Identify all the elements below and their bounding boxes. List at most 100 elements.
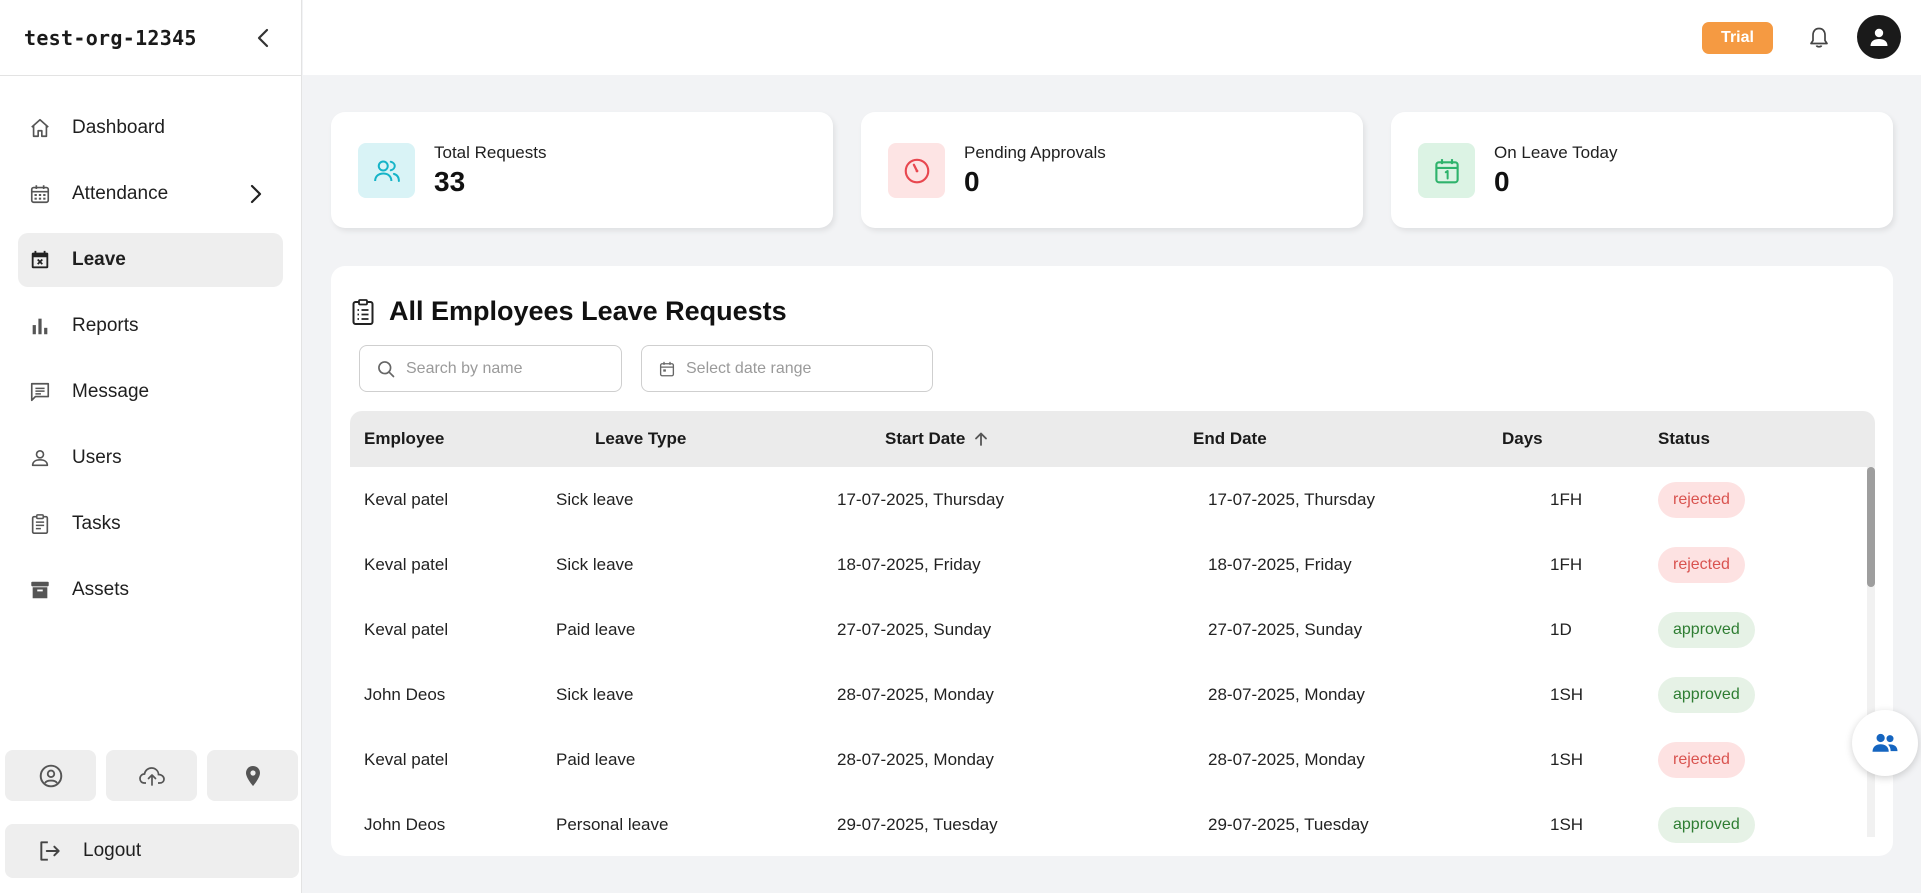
- column-header-employee[interactable]: Employee: [364, 411, 444, 467]
- cell-days: 1SH: [1550, 684, 1584, 704]
- sidebar-item-leave[interactable]: Leave: [18, 233, 283, 287]
- chevron-left-icon: [257, 28, 269, 47]
- stat-label: Pending Approvals: [964, 143, 1106, 162]
- clipboard-list-icon: [351, 298, 377, 326]
- upload-button[interactable]: [106, 750, 197, 801]
- page-title-text: All Employees Leave Requests: [389, 296, 787, 326]
- table-row[interactable]: Keval patel Sick leave 17-07-2025, Thursda…: [350, 467, 1850, 532]
- cell-employee: Keval patel: [364, 489, 449, 509]
- calendar-grid-icon: [28, 182, 52, 206]
- sidebar-item-assets[interactable]: Assets: [18, 563, 283, 617]
- table-header: Employee Leave Type Start Date End Date …: [350, 411, 1875, 467]
- logout-label: Logout: [83, 840, 142, 861]
- sidebar-item-users[interactable]: Users: [18, 431, 283, 485]
- calendar-day-icon: [1418, 143, 1475, 198]
- column-header-start-date[interactable]: Start Date: [885, 411, 989, 467]
- cell-start: 28-07-2025, Monday: [837, 749, 994, 769]
- table-row[interactable]: Keval patel Sick leave 18-07-2025, Friday 1…: [350, 532, 1850, 597]
- calendar-icon: [659, 361, 675, 376]
- cell-type: Personal leave: [556, 814, 669, 834]
- cell-type: Sick leave: [556, 489, 634, 509]
- date-range-field[interactable]: [641, 345, 933, 392]
- column-header-end-date[interactable]: End Date: [1193, 411, 1267, 467]
- chevron-right-icon: [245, 183, 267, 205]
- collapse-sidebar-button[interactable]: [249, 24, 277, 52]
- cell-days: 1SH: [1550, 814, 1584, 834]
- location-button[interactable]: [207, 750, 298, 801]
- top-bar: Trial: [303, 0, 1921, 75]
- calendar-x-icon: [28, 248, 52, 272]
- sidebar-item-message[interactable]: Message: [18, 365, 283, 419]
- user-avatar[interactable]: [1857, 15, 1901, 59]
- cell-type: Paid leave: [556, 749, 636, 769]
- sidebar-item-label: Assets: [72, 579, 130, 600]
- cell-type: Sick leave: [556, 554, 634, 574]
- cell-end: 27-07-2025, Sunday: [1208, 619, 1363, 639]
- sidebar-item-tasks[interactable]: Tasks: [18, 497, 283, 551]
- sort-ascending-icon[interactable]: [973, 431, 989, 447]
- cell-status: approved: [1658, 662, 1755, 727]
- notifications-button[interactable]: [1806, 25, 1832, 51]
- cell-status: approved: [1658, 792, 1755, 856]
- cell-employee: John Deos: [364, 684, 446, 704]
- cell-status: approved: [1658, 597, 1755, 662]
- team-fab-button[interactable]: [1852, 710, 1918, 776]
- cell-start: 18-07-2025, Friday: [837, 554, 981, 574]
- sidebar-nav: Dashboard Attendance Leave Reports Messa…: [0, 76, 301, 617]
- search-icon: [378, 360, 395, 377]
- cell-type: Sick leave: [556, 684, 634, 704]
- message-icon: [28, 380, 52, 404]
- table-scrollbar[interactable]: [1867, 467, 1875, 837]
- cell-start: 28-07-2025, Monday: [837, 684, 994, 704]
- table-row[interactable]: Keval patel Paid leave 27-07-2025, Sunday 2…: [350, 597, 1850, 662]
- sidebar-item-label: Users: [72, 447, 122, 468]
- sidebar-item-label: Message: [72, 381, 150, 402]
- date-range-input[interactable]: [686, 359, 886, 378]
- quick-actions: [5, 750, 299, 801]
- stat-value: 0: [964, 166, 980, 197]
- table-row[interactable]: Keval patel Paid leave 28-07-2025, Monday 2…: [350, 727, 1850, 792]
- stat-label: On Leave Today: [1494, 143, 1618, 162]
- user-icon: [28, 446, 52, 470]
- cell-status: rejected: [1658, 532, 1745, 597]
- sidebar-item-label: Attendance: [72, 183, 169, 204]
- column-header-days[interactable]: Days: [1502, 411, 1543, 467]
- search-field[interactable]: [359, 345, 622, 392]
- column-header-label: Start Date: [885, 429, 966, 448]
- sidebar-item-dashboard[interactable]: Dashboard: [18, 101, 283, 155]
- users-icon: [358, 143, 415, 198]
- sidebar: test-org-12345 Dashboard Attendance Leav…: [0, 0, 302, 893]
- status-badge: rejected: [1658, 481, 1745, 518]
- sidebar-item-label: Reports: [72, 315, 139, 336]
- table-row[interactable]: John Deos Sick leave 28-07-2025, Monday 28-…: [350, 662, 1850, 727]
- sidebar-item-attendance[interactable]: Attendance: [18, 167, 283, 221]
- cell-end: 28-07-2025, Monday: [1208, 684, 1365, 704]
- status-badge: approved: [1658, 806, 1755, 843]
- status-badge: approved: [1658, 676, 1755, 713]
- sidebar-item-reports[interactable]: Reports: [18, 299, 283, 353]
- sidebar-item-label: Dashboard: [72, 117, 165, 138]
- search-input[interactable]: [406, 359, 606, 378]
- timer-icon: [888, 143, 945, 198]
- trial-badge[interactable]: Trial: [1702, 22, 1773, 54]
- table-row[interactable]: John Deos Personal leave 29-07-2025, Tuesd…: [350, 792, 1850, 856]
- cell-days: 1D: [1550, 619, 1572, 639]
- cell-employee: Keval patel: [364, 749, 449, 769]
- column-header-status[interactable]: Status: [1658, 411, 1710, 467]
- scrollbar-thumb[interactable]: [1867, 467, 1875, 587]
- bell-icon: [1810, 27, 1828, 48]
- cell-type: Paid leave: [556, 619, 636, 639]
- cell-employee: Keval patel: [364, 619, 449, 639]
- logout-button[interactable]: Logout: [5, 824, 299, 878]
- status-badge: approved: [1658, 611, 1755, 648]
- cell-end: 29-07-2025, Tuesday: [1208, 814, 1369, 834]
- cell-start: 29-07-2025, Tuesday: [837, 814, 998, 834]
- cell-days: 1SH: [1550, 749, 1584, 769]
- cell-employee: Keval patel: [364, 554, 449, 574]
- leave-requests-panel: All Employees Leave Requests Employee Le…: [331, 266, 1893, 856]
- location-pin-icon: [245, 765, 260, 786]
- column-header-leave-type[interactable]: Leave Type: [595, 411, 686, 467]
- cell-days: 1FH: [1550, 554, 1583, 574]
- stat-card-pending-approvals: Pending Approvals 0: [861, 112, 1363, 228]
- profile-button[interactable]: [5, 750, 96, 801]
